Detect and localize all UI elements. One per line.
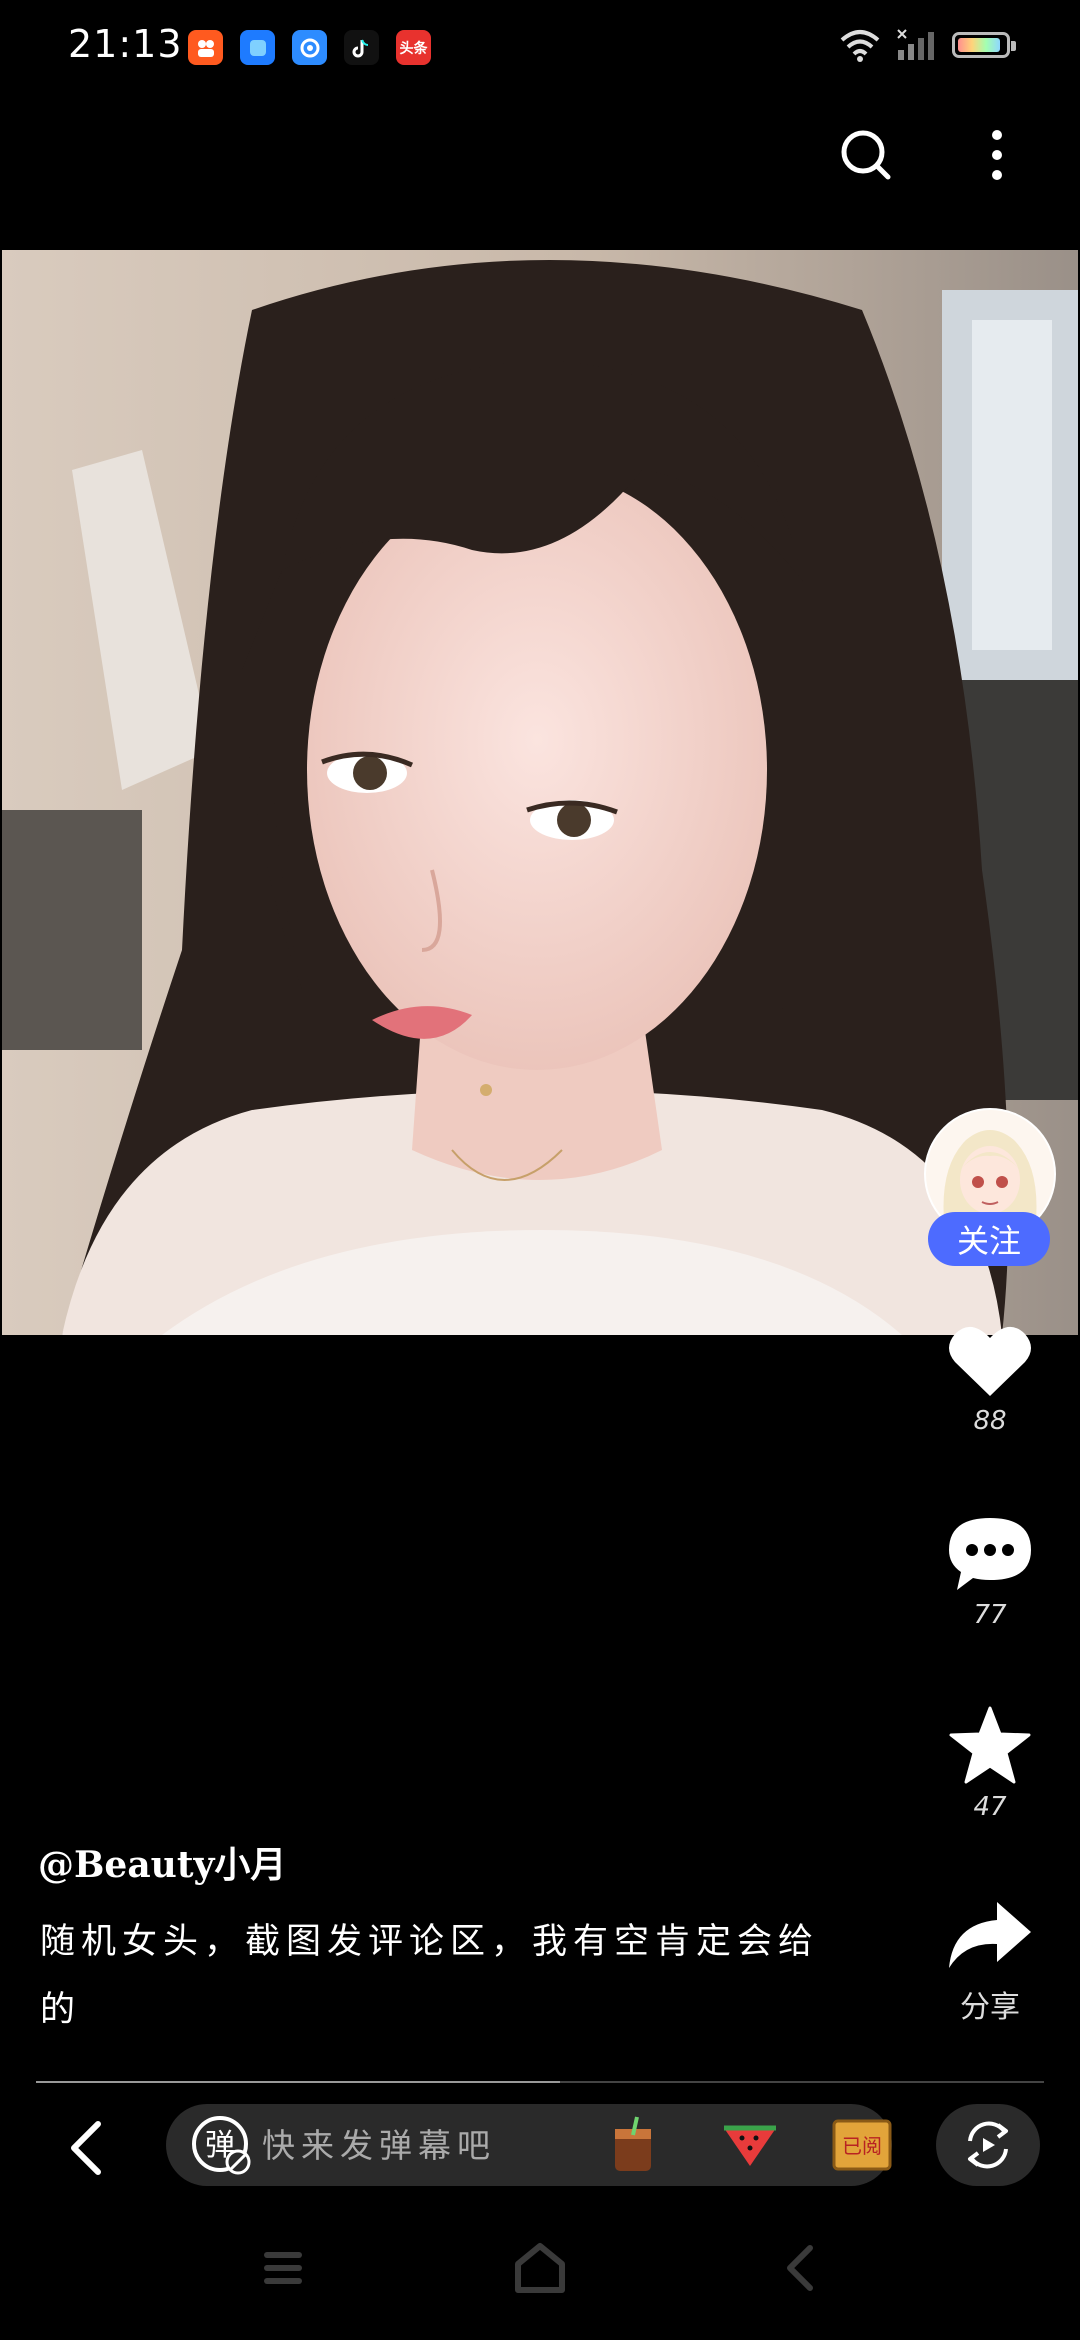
author-avatar-group[interactable]: 关注 xyxy=(924,1108,1056,1278)
comment-action[interactable]: 77 xyxy=(922,1514,1058,1630)
toutiao-label: 头条 xyxy=(399,40,428,57)
wifi-icon xyxy=(840,30,880,62)
video-progress-bar[interactable] xyxy=(36,2081,1044,2083)
home-icon[interactable] xyxy=(512,2242,568,2294)
watermelon-emoji-icon[interactable] xyxy=(720,2115,780,2175)
tiktok-icon xyxy=(344,30,379,65)
nav-back-icon[interactable] xyxy=(782,2244,816,2292)
system-indicators xyxy=(838,28,1016,62)
signal-icon xyxy=(897,29,934,60)
favorite-action[interactable]: 47 xyxy=(922,1706,1058,1822)
read-stamp-label: 已阅 xyxy=(842,2134,882,2158)
battery-icon xyxy=(952,32,1016,58)
like-count: 88 xyxy=(973,1406,1007,1436)
post-caption: 随机女头，截图发评论区，我有空肯定会给的 xyxy=(40,1922,820,2030)
system-nav-bar xyxy=(0,2230,1080,2320)
status-bar: 21:13 头条 xyxy=(0,0,1080,96)
notification-app-icons: 头条 xyxy=(188,30,431,65)
drink-emoji-icon[interactable] xyxy=(604,2115,662,2175)
follow-button[interactable]: 关注 xyxy=(928,1212,1050,1266)
recent-apps-icon[interactable] xyxy=(262,2248,304,2288)
chevron-left-icon xyxy=(71,2121,101,2175)
share-label: 分享 xyxy=(960,1990,1020,2025)
author-name[interactable]: @Beauty小月 xyxy=(38,1836,286,1888)
star-icon[interactable] xyxy=(949,1706,1031,1784)
like-action[interactable]: 88 xyxy=(922,1322,1058,1436)
more-vertical-icon xyxy=(992,130,1002,180)
danmaku-toggle-icon[interactable]: 弹 xyxy=(190,2114,252,2176)
danmaku-input-bar[interactable]: 弹 已阅 xyxy=(166,2104,892,2186)
search-icon xyxy=(841,130,891,180)
kuaishou-icon xyxy=(188,30,223,65)
heart-icon[interactable] xyxy=(947,1322,1033,1398)
rotate-screen-button[interactable] xyxy=(936,2104,1040,2186)
toutiao-icon: 头条 xyxy=(396,30,431,65)
danmaku-input[interactable] xyxy=(260,2124,554,2166)
progress-fill xyxy=(36,2081,561,2083)
share-action[interactable]: 分享 xyxy=(922,1900,1058,2026)
status-time: 21:13 xyxy=(68,22,183,66)
blue-app-icon xyxy=(240,30,275,65)
rotate-icon xyxy=(968,2121,1008,2169)
browser-icon xyxy=(292,30,327,65)
share-icon[interactable] xyxy=(947,1900,1033,1970)
bottom-bar: 弹 已阅 xyxy=(0,2100,1080,2195)
comment-count: 77 xyxy=(973,1600,1007,1630)
comment-icon[interactable] xyxy=(947,1514,1033,1592)
back-button[interactable] xyxy=(56,2118,116,2178)
post-image[interactable] xyxy=(2,250,1078,1335)
search-button[interactable] xyxy=(831,120,901,190)
read-stamp-icon[interactable]: 已阅 xyxy=(832,2115,892,2175)
favorite-count: 47 xyxy=(973,1792,1007,1822)
more-options-button[interactable] xyxy=(962,120,1032,190)
